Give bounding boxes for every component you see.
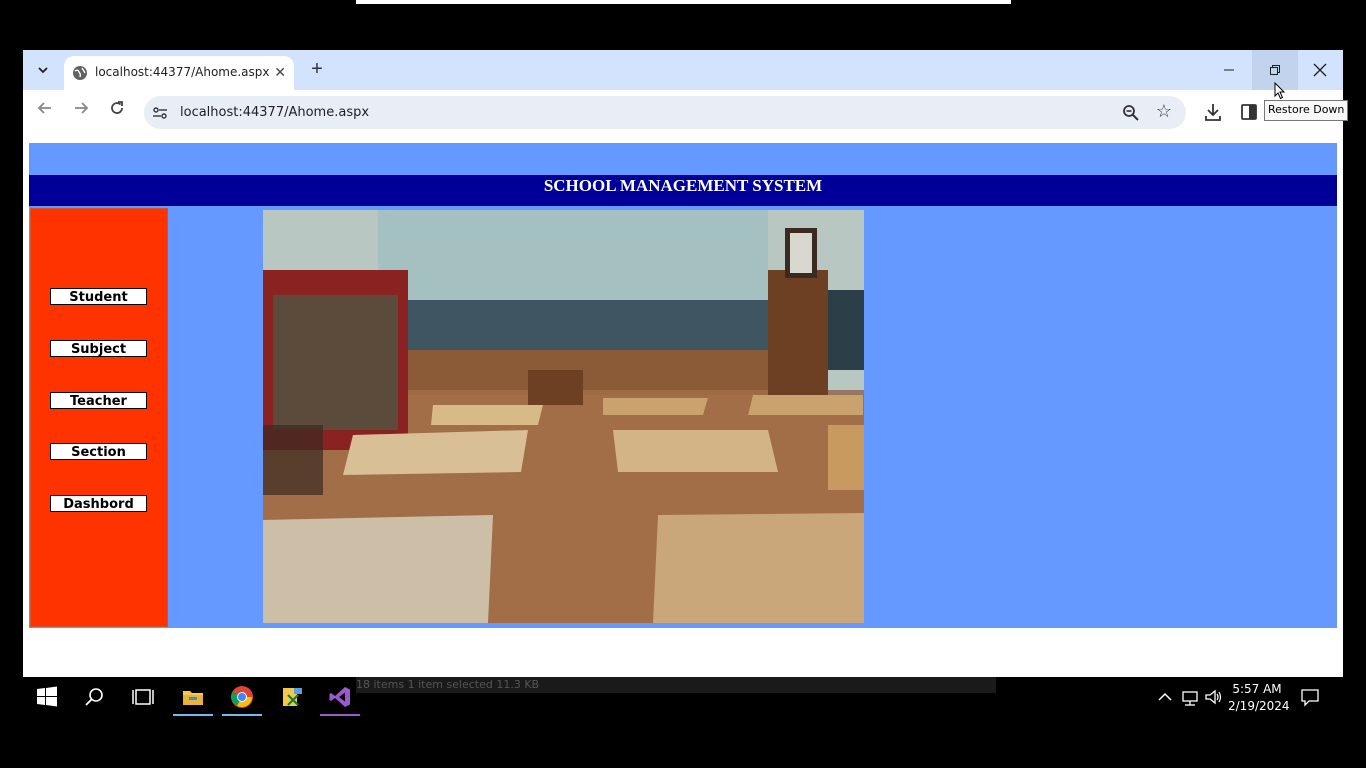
url-text[interactable]: localhost:44377/Ahome.aspx: [180, 105, 369, 120]
notification-icon[interactable]: [1300, 685, 1320, 709]
browser-toolbar: localhost:44377/Ahome.aspx ☆: [23, 90, 1343, 136]
close-icon: [1313, 63, 1327, 77]
search-icon[interactable]: [83, 685, 107, 709]
file-explorer-icon[interactable]: [181, 685, 205, 709]
explorer-status-bar: 18 items 1 item selected 11.3 KB: [356, 677, 996, 693]
page-title: SCHOOL MANAGEMENT SYSTEM: [29, 175, 1337, 206]
tab-search-button[interactable]: [31, 58, 55, 82]
chrome-active-indicator: [222, 714, 262, 716]
reload-button[interactable]: [105, 100, 129, 124]
subject-button[interactable]: Subject: [50, 340, 147, 357]
clock-time: 5:57 AM: [1232, 682, 1282, 696]
close-window-button[interactable]: [1297, 50, 1343, 90]
student-button[interactable]: Student: [50, 288, 147, 305]
clock-date: 2/19/2024: [1228, 699, 1290, 713]
browser-window: localhost:44377/Ahome.aspx ✕ + localhost…: [23, 50, 1343, 677]
windows-start-icon[interactable]: [35, 685, 59, 709]
zoom-icon[interactable]: [1122, 104, 1140, 122]
download-icon[interactable]: [1202, 101, 1224, 123]
new-tab-button[interactable]: +: [305, 58, 329, 82]
side-panel-icon[interactable]: [1238, 101, 1260, 123]
visual-studio-active-indicator: [320, 714, 360, 716]
network-icon[interactable]: [1180, 685, 1200, 709]
active-tab[interactable]: localhost:44377/Ahome.aspx ✕: [64, 56, 294, 90]
address-bar[interactable]: localhost:44377/Ahome.aspx ☆: [144, 96, 1186, 129]
visual-studio-icon[interactable]: [328, 685, 352, 709]
system-clock[interactable]: 5:57 AM 2/19/2024: [1228, 681, 1290, 715]
restore-icon: [1270, 65, 1280, 75]
chrome-icon[interactable]: [230, 685, 254, 709]
section-button[interactable]: Section: [50, 443, 147, 460]
tab-strip: localhost:44377/Ahome.aspx ✕ +: [23, 50, 1343, 90]
restore-down-tooltip: Restore Down: [1264, 100, 1349, 121]
windows-taskbar: 18 items 1 item selected 11.3 KB 5:57 AM…: [0, 677, 1366, 717]
sidebar: Student Subject Teacher Section Dashbord: [30, 208, 168, 627]
task-view-icon[interactable]: [131, 685, 155, 709]
tab-title: localhost:44377/Ahome.aspx: [95, 65, 270, 79]
chevron-up-icon[interactable]: [1156, 685, 1174, 709]
volume-icon[interactable]: [1204, 685, 1224, 709]
minimize-button[interactable]: [1206, 50, 1252, 90]
back-arrow-icon: [37, 102, 51, 114]
sql-tool-icon[interactable]: [280, 685, 304, 709]
forward-button[interactable]: [69, 100, 93, 124]
forward-arrow-icon: [75, 102, 89, 114]
tab-close-icon[interactable]: ✕: [274, 64, 286, 81]
dashboard-button[interactable]: Dashbord: [50, 495, 147, 512]
file-explorer-active-indicator: [173, 714, 213, 716]
back-button[interactable]: [33, 100, 57, 124]
minimize-icon: [1224, 69, 1234, 71]
reload-icon: [111, 101, 123, 114]
top-edge-line: [356, 0, 1011, 4]
teacher-button[interactable]: Teacher: [50, 392, 147, 409]
classroom-image: [263, 210, 864, 623]
web-page: SCHOOL MANAGEMENT SYSTEM Student Subject…: [29, 143, 1337, 628]
bookmark-star-icon[interactable]: ☆: [1156, 101, 1172, 122]
globe-icon: [73, 66, 87, 80]
site-info-icon[interactable]: [152, 105, 168, 121]
chevron-down-icon: [38, 67, 48, 74]
